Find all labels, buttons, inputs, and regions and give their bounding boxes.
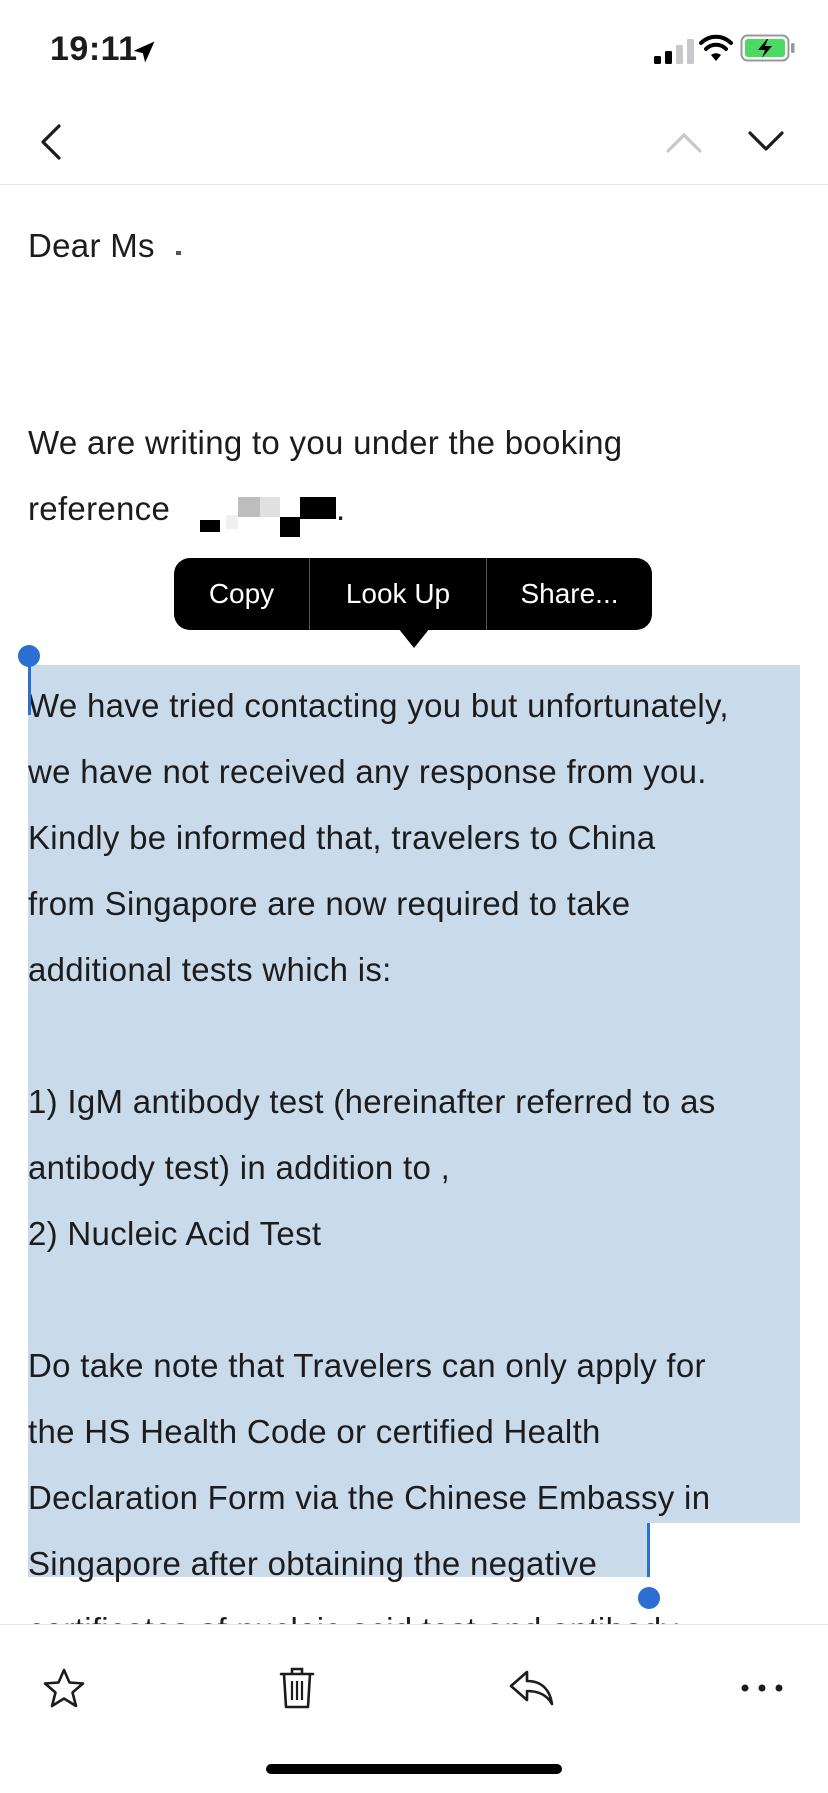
body-line: Declaration Form via the Chinese Embassy… [28,1479,711,1516]
look-up-button[interactable]: Look Up [310,558,486,630]
context-menu-pointer [398,628,430,648]
selection-end-handle[interactable] [638,1587,660,1609]
body-line: 2) Nucleic Acid Test [28,1215,322,1252]
body-line: antibody test) in addition to , [28,1149,451,1186]
next-message-button[interactable] [742,118,790,166]
signal-icon [654,39,694,64]
intro-line-1: We are writing to you under the booking [28,424,623,461]
home-indicator [266,1764,562,1774]
delete-button[interactable] [270,1661,324,1715]
flag-star-button[interactable] [37,1661,91,1715]
intro-line-2: reference [28,490,171,527]
status-time: 19:11 [50,30,138,68]
body-line: we have not received any response from y… [28,753,707,790]
chevron-up-icon [666,133,702,153]
more-button[interactable] [735,1661,789,1715]
share-button[interactable]: Share... [487,558,652,630]
location-arrow-icon [133,41,155,63]
greeting: Dear Ms [28,227,155,264]
body-line: Kindly be informed that, travelers to Ch… [28,819,656,856]
body-line: from Singapore are now required to take [28,885,631,922]
reply-icon [509,1670,554,1706]
message-nav-bar [0,100,828,185]
wifi-icon [699,34,733,61]
star-icon [43,1668,85,1708]
body-line: certificates of nucleic acid test and an… [28,1597,678,1625]
battery-charging-icon [740,34,795,62]
redacted-name [176,251,181,255]
body-line: additional tests which is: [28,951,392,988]
back-button[interactable] [26,118,74,166]
body-line: 1) IgM antibody test (hereinafter referr… [28,1083,716,1120]
previous-message-button[interactable] [660,118,708,166]
body-line: Do take note that Travelers can only app… [28,1347,706,1384]
more-icon [741,1684,783,1692]
trash-icon [279,1667,315,1709]
email-body[interactable]: Dear Ms We are writing to you under the … [0,185,828,1625]
body-line: We have tried contacting you but unfortu… [28,687,729,724]
text-selection-context-menu: Copy Look Up Share... [174,558,652,630]
intro-line-2-period: . [336,490,346,527]
reply-button[interactable] [504,1661,558,1715]
body-line: the HS Health Code or certified Health [28,1413,601,1450]
chevron-down-icon [748,131,784,151]
status-bar: 19:11 [0,0,828,100]
copy-button[interactable]: Copy [174,558,309,630]
body-line: Singapore after obtaining the negative [28,1545,598,1582]
selection-end-caret [647,1523,650,1577]
back-chevron-icon [41,124,61,160]
selection-start-caret [28,661,31,715]
